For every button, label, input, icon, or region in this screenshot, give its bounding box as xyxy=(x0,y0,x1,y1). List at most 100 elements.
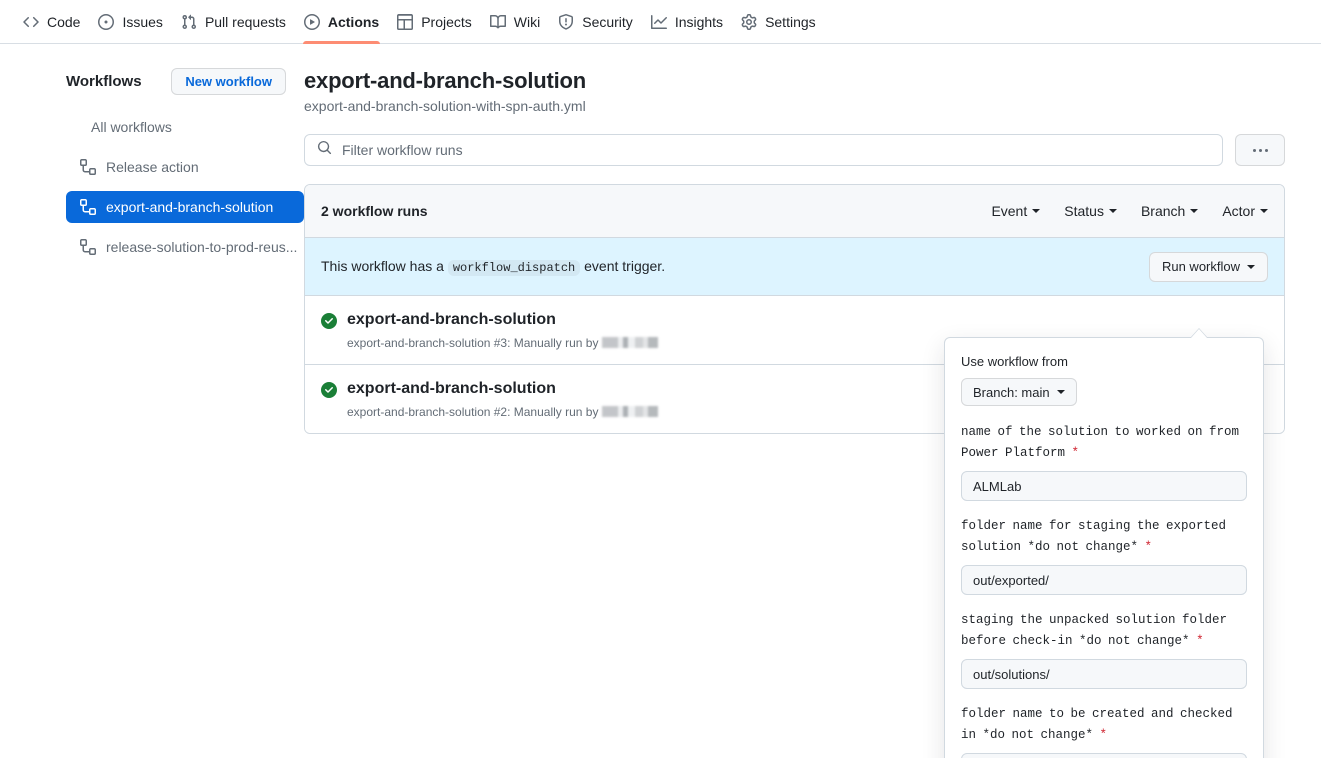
banner-text-before: This workflow has a xyxy=(321,258,444,274)
nav-item-issues[interactable]: Issues xyxy=(89,0,171,44)
sidebar-item-export-and-branch-solution[interactable]: export-and-branch-solution xyxy=(66,191,304,223)
search-box[interactable] xyxy=(304,134,1223,166)
filter-branch-dropdown[interactable]: Branch xyxy=(1140,203,1199,219)
filter-label: Status xyxy=(1064,203,1104,219)
nav-item-label: Pull requests xyxy=(204,13,286,30)
nav-item-label: Actions xyxy=(327,13,380,30)
run-name-link[interactable]: export-and-branch-solution xyxy=(347,379,658,400)
input-field-unpacked-folder: staging the unpacked solution folder bef… xyxy=(961,610,1247,689)
git-pull-request-icon xyxy=(181,14,197,30)
filter-label: Branch xyxy=(1140,203,1186,219)
table-icon xyxy=(397,13,414,30)
field-label: staging the unpacked solution folder bef… xyxy=(961,610,1247,652)
workflow-icon xyxy=(80,159,96,175)
success-check-icon xyxy=(321,313,337,329)
new-workflow-button[interactable]: New workflow xyxy=(171,68,286,95)
filter-status-dropdown[interactable]: Status xyxy=(1064,203,1117,219)
workflow-icon xyxy=(80,239,96,255)
nav-item-actions[interactable]: Actions xyxy=(295,0,388,44)
sidebar-item-release-solution-to-prod[interactable]: release-solution-to-prod-reus... xyxy=(66,231,304,263)
required-asterisk: * xyxy=(1144,540,1153,554)
run-info: export-and-branch-solution export-and-br… xyxy=(347,379,659,419)
repo-navigation: Code Issues Pull requests Actions Projec… xyxy=(0,0,1321,44)
field-label: folder name for staging the exported sol… xyxy=(961,516,1247,558)
sidebar-item-label: All workflows xyxy=(91,119,172,135)
chevron-down-icon xyxy=(1032,209,1041,213)
run-subtitle: export-and-branch-solution #2: Manually … xyxy=(347,404,659,419)
kebab-dot xyxy=(1252,148,1256,152)
redacted-username xyxy=(602,406,659,418)
required-asterisk: * xyxy=(1099,728,1108,742)
nav-item-settings[interactable]: Settings xyxy=(732,0,825,44)
filter-actor-dropdown[interactable]: Actor xyxy=(1222,203,1268,219)
page-container: Workflows New workflow All workflows Rel… xyxy=(0,44,1321,758)
input-field-checkin-folder: folder name to be created and checked in… xyxy=(961,704,1247,758)
input-field-export-folder: folder name for staging the exported sol… xyxy=(961,516,1247,595)
chevron-down-icon xyxy=(1247,264,1255,269)
solution-name-input[interactable] xyxy=(961,471,1247,501)
banner-text-after: event trigger. xyxy=(584,258,666,274)
run-subtitle-text: export-and-branch-solution #3: Manually … xyxy=(347,335,599,350)
banner-event-code: workflow_dispatch xyxy=(447,260,581,276)
export-folder-input[interactable] xyxy=(961,565,1247,595)
filter-label: Event xyxy=(991,203,1028,219)
field-label-text: folder name for staging the exported sol… xyxy=(961,519,1227,554)
run-subtitle: export-and-branch-solution #3: Manually … xyxy=(347,335,659,350)
checkin-folder-input[interactable] xyxy=(961,753,1247,758)
nav-item-pull-requests[interactable]: Pull requests xyxy=(172,0,295,44)
graph-icon xyxy=(650,14,667,30)
success-check-icon xyxy=(321,381,337,398)
field-label-text: name of the solution to worked on from P… xyxy=(961,425,1240,460)
sidebar-item-label: Release action xyxy=(106,159,199,175)
nav-item-insights[interactable]: Insights xyxy=(642,0,732,44)
runs-header: 2 workflow runs Event Status Branch Acto… xyxy=(305,185,1284,238)
issue-opened-icon xyxy=(98,13,115,30)
book-icon xyxy=(489,14,506,30)
chevron-down-icon xyxy=(1056,390,1065,394)
code-icon xyxy=(23,14,39,30)
filter-row xyxy=(304,134,1285,166)
workflow-icon xyxy=(80,199,96,215)
branch-select-button[interactable]: Branch: main xyxy=(961,378,1077,406)
sidebar-list: All workflows Release action export-and-… xyxy=(66,111,304,263)
shield-icon xyxy=(558,13,574,30)
chevron-down-icon xyxy=(1260,209,1268,213)
run-workflow-popover: Use workflow from Branch: main name of t… xyxy=(944,337,1264,758)
workflows-sidebar: Workflows New workflow All workflows Rel… xyxy=(24,68,304,434)
gear-icon xyxy=(741,13,757,30)
nav-item-security[interactable]: Security xyxy=(549,0,642,44)
nav-item-label: Insights xyxy=(674,13,724,30)
page-title: export-and-branch-solution xyxy=(304,68,587,93)
nav-item-code[interactable]: Code xyxy=(14,0,89,44)
nav-item-label: Security xyxy=(582,13,633,30)
more-options-button[interactable] xyxy=(1235,134,1285,166)
nav-item-label: Code xyxy=(47,13,81,30)
banner-text: This workflow has a workflow_dispatch ev… xyxy=(321,258,666,276)
run-workflow-dropdown-button[interactable]: Run workflow xyxy=(1148,251,1268,282)
search-input[interactable] xyxy=(340,141,1210,159)
field-label: folder name to be created and checked in… xyxy=(961,704,1247,746)
sidebar-title: Workflows xyxy=(66,73,142,90)
nav-item-label: Projects xyxy=(421,13,472,30)
required-asterisk: * xyxy=(1196,634,1204,648)
unpacked-folder-input[interactable] xyxy=(961,659,1247,689)
required-asterisk: * xyxy=(1071,446,1080,460)
sidebar-item-label: release-solution-to-prod-reus... xyxy=(106,239,298,255)
run-subtitle-text: export-and-branch-solution #2: Manually … xyxy=(347,404,599,419)
sidebar-item-all-workflows[interactable]: All workflows xyxy=(66,111,304,143)
field-label-text: staging the unpacked solution folder bef… xyxy=(961,613,1228,648)
filter-label: Actor xyxy=(1222,203,1255,219)
run-workflow-button-label: Run workflow xyxy=(1161,259,1240,274)
workflow-file-name: export-and-branch-solution-with-spn-auth… xyxy=(304,98,586,114)
run-name-link[interactable]: export-and-branch-solution xyxy=(347,310,658,331)
nav-item-wiki[interactable]: Wiki xyxy=(481,0,549,44)
nav-item-label: Issues xyxy=(122,13,163,30)
filter-event-dropdown[interactable]: Event xyxy=(991,203,1041,219)
nav-item-projects[interactable]: Projects xyxy=(388,0,481,44)
sidebar-item-release-action[interactable]: Release action xyxy=(66,151,304,183)
nav-item-label: Wiki xyxy=(513,13,541,30)
chevron-down-icon xyxy=(1108,209,1117,213)
play-icon xyxy=(303,13,320,30)
sidebar-item-label: export-and-branch-solution xyxy=(106,199,274,215)
nav-item-label: Settings xyxy=(765,13,816,30)
